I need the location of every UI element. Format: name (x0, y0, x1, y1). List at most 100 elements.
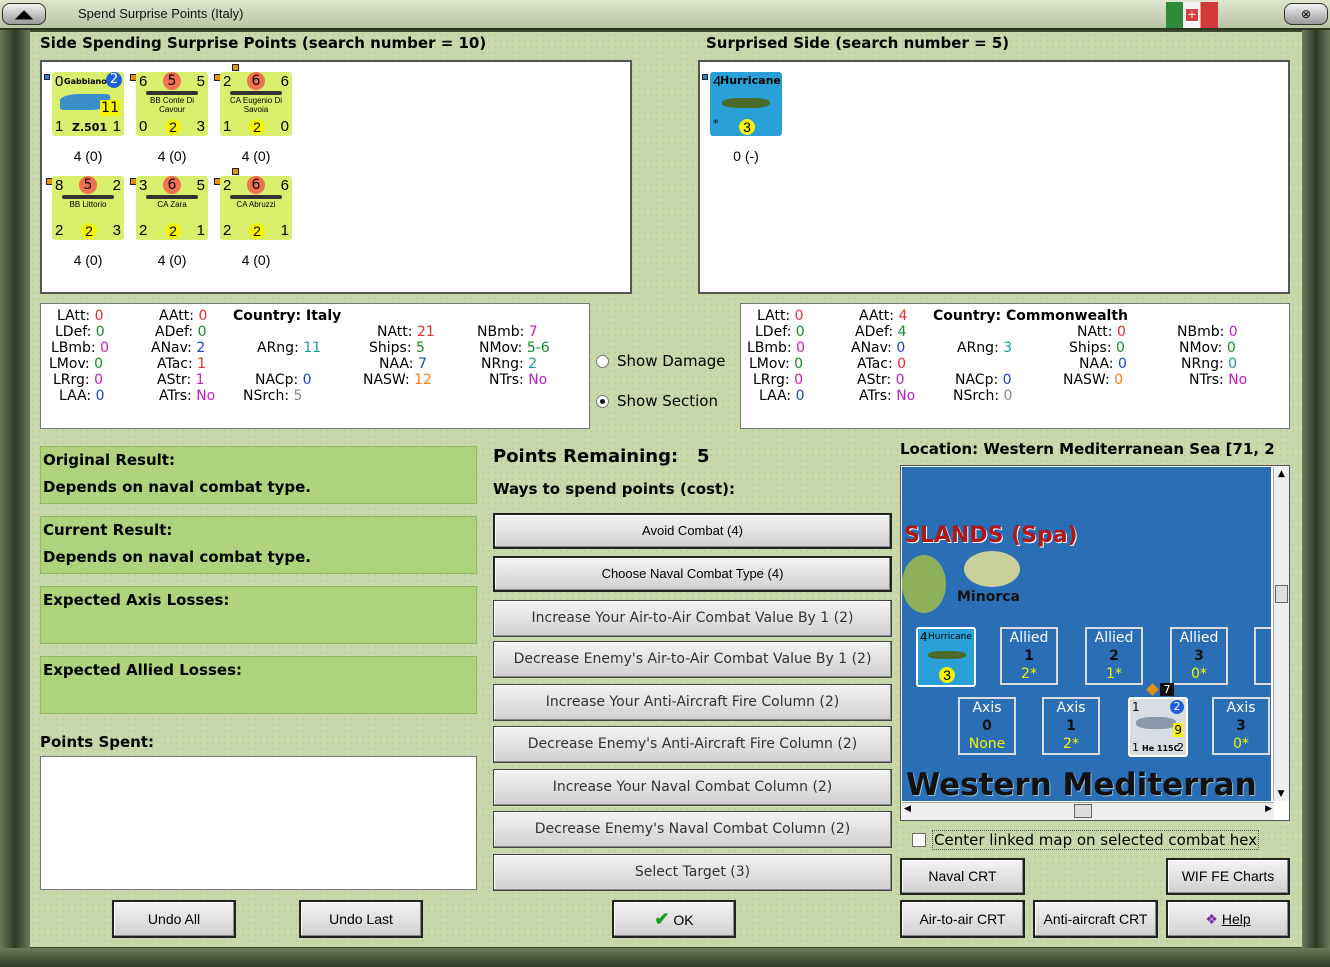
counter-yellow-value: 2 (249, 119, 265, 135)
map-vertical-scrollbar[interactable]: ▲ ▼ (1273, 467, 1289, 801)
unit-counter-eugenio-di-savoia[interactable]: 2 6 6 CA Eugenio Di Savoia 1 2 0 (220, 72, 292, 136)
box-value: 0* (1233, 736, 1249, 752)
allied-box-1[interactable]: Allied 1 2* (1000, 627, 1058, 685)
ship-icon (146, 91, 198, 95)
box-number: 0 (982, 718, 992, 734)
increase-naval-combat-button[interactable]: Increase Your Naval Combat Column (2) (493, 769, 892, 806)
show-section-radio[interactable]: Show Section (596, 392, 718, 410)
axis-box-1[interactable]: Axis 1 2* (1042, 697, 1100, 755)
spending-units-panel[interactable]: 0 Gabbiano 2 11 1 Z.501 1 4 (0) 6 5 5 BB… (40, 60, 632, 294)
counter-red-value: 6 (247, 72, 265, 90)
unit-counter-littorio[interactable]: 8 5 2 BB Littorio 2 2 3 (52, 176, 124, 240)
unit-counter-abruzzi[interactable]: 2 6 6 CA Abruzzi 2 2 1 (220, 176, 292, 240)
country-name: Commonwealth (1006, 308, 1129, 324)
counter-yellow-value: 2 (165, 223, 181, 239)
unit-badge: 2 (1170, 700, 1184, 714)
stat-nacp: 0 (302, 372, 312, 388)
right-border (1302, 30, 1330, 950)
checkbox-icon[interactable] (912, 833, 926, 847)
center-linked-checkbox[interactable]: Center linked map on selected combat hex (912, 830, 1260, 850)
unit-counter-gabbiano[interactable]: 0 Gabbiano 2 11 1 Z.501 1 (52, 72, 124, 136)
select-target-button[interactable]: Select Target (3) (493, 854, 892, 891)
stat-natt: 21 (416, 324, 435, 340)
counter-yellow-value: 2 (165, 119, 181, 135)
increase-anti-aircraft-button[interactable]: Increase Your Anti-Aircraft Fire Column … (493, 684, 892, 721)
counter-yellow-value: 2 (81, 223, 97, 239)
points-spent-list[interactable] (40, 756, 477, 890)
map-hurricane-counter[interactable]: 4 Hurricane 3 (916, 627, 976, 687)
stat-label: LAtt: (57, 308, 95, 324)
decrease-enemy-anti-aircraft-button[interactable]: Decrease Enemy's Anti-Aircraft Fire Colu… (493, 726, 892, 763)
unit-counter-hurricane[interactable]: 4 Hurricane * 3 (710, 72, 782, 136)
sea-area[interactable]: SLANDS (Spa) Minorca 4 Hurricane 3 Allie… (902, 467, 1271, 801)
wif-fe-charts-button[interactable]: WIF FE Charts (1166, 858, 1290, 895)
stack-count: 7 (1160, 683, 1174, 696)
help-label: Help (1221, 911, 1251, 927)
box-label: Axis (972, 700, 1002, 716)
undo-all-button[interactable]: Undo All (112, 900, 236, 938)
increase-air-to-air-button[interactable]: Increase Your Air-to-Air Combat Value By… (493, 600, 892, 637)
unit-counter-conte-di-cavour[interactable]: 6 5 5 BB Conte Di Cavour 0 2 3 (136, 72, 208, 136)
avoid-combat-button[interactable]: Avoid Combat (4) (493, 513, 892, 549)
scroll-down-icon[interactable]: ▼ (1274, 787, 1288, 801)
fighter-plane-icon (928, 651, 966, 659)
show-damage-radio[interactable]: Show Damage (596, 352, 726, 370)
naval-crt-button[interactable]: Naval CRT (900, 858, 1025, 895)
stat-arng: 3 (1003, 340, 1013, 356)
allied-box-3[interactable]: Allied 3 0* (1170, 627, 1228, 685)
choose-naval-combat-type-button[interactable]: Choose Naval Combat Type (4) (493, 556, 892, 592)
show-damage-label: Show Damage (617, 352, 726, 370)
unit-caption: 0 (-) (733, 148, 759, 164)
surprised-units-panel[interactable]: 4 Hurricane * 3 0 (-) (698, 60, 1290, 294)
anti-aircraft-crt-button[interactable]: Anti-aircraft CRT (1033, 900, 1158, 938)
counter-value: 2 (139, 222, 148, 239)
stat-nasw: 0 (1114, 372, 1124, 388)
horizontal-scroll-thumb[interactable] (1074, 804, 1092, 818)
bottom-border (0, 948, 1330, 967)
close-button[interactable]: ⊗ (1284, 3, 1328, 25)
stat-nbmb: 7 (528, 324, 538, 340)
stat-aatt: 4 (898, 308, 908, 324)
unit-strength: 11 (100, 100, 120, 116)
axis-box-0[interactable]: Axis 0 None (958, 697, 1016, 755)
linked-map[interactable]: SLANDS (Spa) Minorca 4 Hurricane 3 Allie… (900, 465, 1290, 821)
scroll-left-icon[interactable]: ◀ (904, 804, 911, 814)
unit-counter-zara[interactable]: 3 6 5 CA Zara 2 2 1 (136, 176, 208, 240)
unit-name: CA Zara (157, 200, 187, 209)
stat-nacp: 0 (1002, 372, 1012, 388)
checkmark-icon: ✔ (654, 909, 670, 929)
stat-ntrs: No (1228, 372, 1248, 388)
counter-value: 1 (55, 118, 64, 135)
vertical-scroll-thumb[interactable] (1275, 585, 1288, 603)
axis-box-3[interactable]: Axis 3 0* (1212, 697, 1270, 755)
stat-naa: 7 (417, 356, 427, 372)
counter-value: 8 (55, 177, 64, 194)
counter-value: 2 (223, 222, 232, 239)
scroll-right-icon[interactable]: ▶ (1265, 804, 1272, 814)
system-menu-button[interactable]: ◢◣ (2, 3, 46, 25)
ok-button[interactable]: ✔ OK (612, 900, 736, 938)
undo-last-button[interactable]: Undo Last (299, 900, 423, 938)
stat-nasw: 12 (414, 372, 432, 388)
allied-box-4[interactable] (1254, 627, 1271, 685)
decrease-enemy-air-to-air-button[interactable]: Decrease Enemy's Air-to-Air Combat Value… (493, 641, 892, 678)
allied-box-2[interactable]: Allied 2 1* (1085, 627, 1143, 685)
stat-ldef: 0 (795, 324, 805, 340)
stat-nmov: 5-6 (526, 340, 550, 356)
stat-lmov: 0 (794, 356, 804, 372)
decrease-enemy-naval-combat-button[interactable]: Decrease Enemy's Naval Combat Column (2) (493, 811, 892, 848)
air-to-air-crt-button[interactable]: Air-to-air CRT (900, 900, 1025, 938)
stat-nrng: 0 (1228, 356, 1238, 372)
map-he115-counter[interactable]: 1 2 9 1 He 115C 2 (1128, 697, 1188, 757)
commonwealth-stats-panel: LAtt: 0 LDef: 0 LBmb: 0 LMov: 0 LRrg: 0 … (740, 303, 1290, 429)
scroll-up-icon[interactable]: ▲ (1274, 467, 1289, 481)
help-button[interactable]: ❖ Help (1166, 900, 1290, 938)
ship-icon (146, 195, 198, 199)
counter-value: 5 (196, 73, 205, 90)
counter-value: 1 (196, 222, 205, 239)
axis-losses-box: Expected Axis Losses: (40, 586, 477, 644)
map-horizontal-scrollbar[interactable]: ◀ ▶ (902, 802, 1274, 820)
unit-name: Hurricane (928, 632, 972, 642)
ways-to-spend-label: Ways to spend points (cost): (493, 480, 735, 498)
box-value: 1* (1106, 666, 1122, 682)
